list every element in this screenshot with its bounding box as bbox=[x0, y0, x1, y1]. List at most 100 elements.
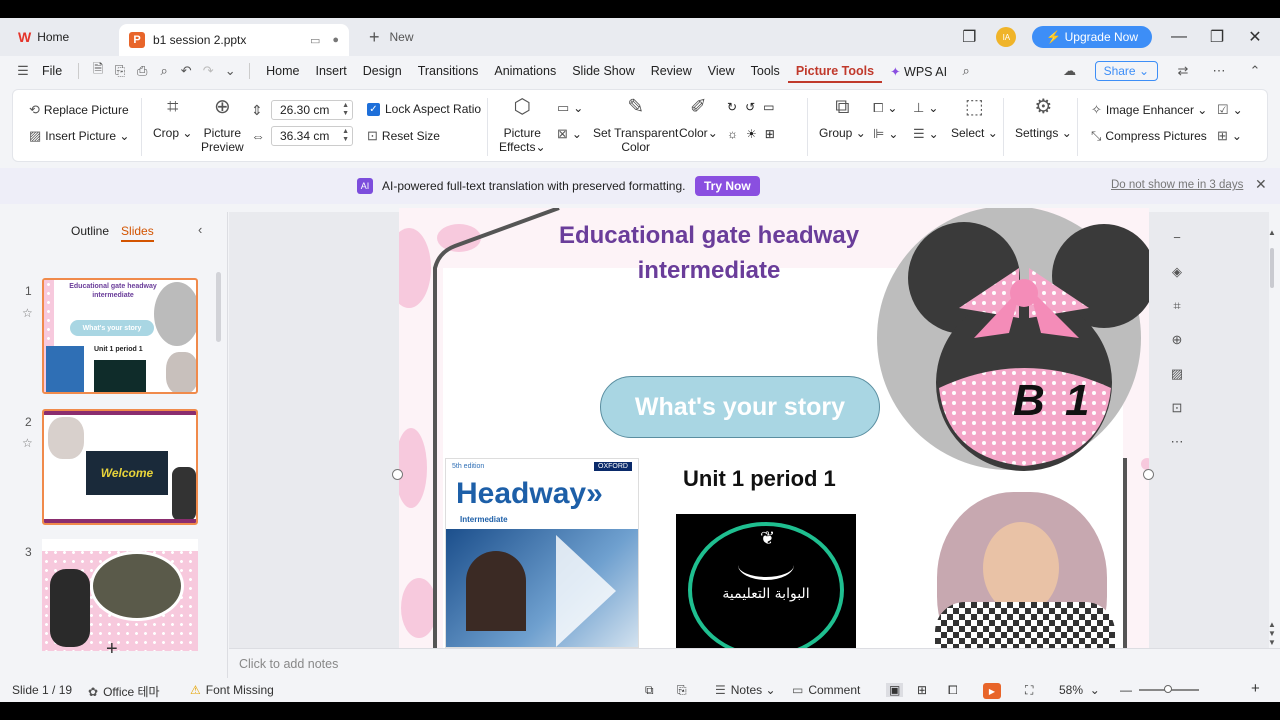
text-recognition-icon[interactable]: ⊡ bbox=[1165, 396, 1189, 419]
reset-picture-icon[interactable]: ⊞ bbox=[765, 127, 775, 141]
crop-icon[interactable]: ⌗ bbox=[1165, 294, 1189, 317]
menu-design[interactable]: Design bbox=[355, 64, 410, 78]
menu-insert[interactable]: Insert bbox=[308, 64, 355, 78]
monitor-icon[interactable]: ▭ bbox=[310, 34, 320, 47]
rotate-left-icon[interactable]: ↺ bbox=[745, 100, 755, 114]
zoom-slider-thumb[interactable] bbox=[1164, 685, 1172, 693]
font-missing-indicator[interactable]: ⚠ Font Missing bbox=[190, 683, 274, 697]
reading-view-icon[interactable]: ⧠ bbox=[948, 683, 958, 698]
crop-button[interactable]: ⌗ Crop ⌄ bbox=[153, 97, 192, 140]
resize-handle-right[interactable] bbox=[1143, 469, 1154, 480]
tab-home[interactable]: W Home bbox=[8, 22, 113, 52]
minus-icon[interactable]: − bbox=[1165, 226, 1189, 249]
menu-transitions[interactable]: Transitions bbox=[410, 64, 487, 78]
slide-thumbnail-3[interactable] bbox=[42, 539, 198, 651]
close-icon[interactable]: ✕ bbox=[1244, 27, 1266, 47]
tab-outline[interactable]: Outline bbox=[71, 224, 109, 242]
compress-pictures-button[interactable]: ⤡ Compress Pictures bbox=[1091, 128, 1207, 144]
edit-picture-icon[interactable]: ▨ bbox=[1165, 362, 1189, 385]
slide-1[interactable]: Educational gate headway intermediate Wh… bbox=[399, 208, 1149, 648]
contrast-icon[interactable]: ☀ bbox=[746, 127, 757, 141]
whats-your-story-pill[interactable]: What's your story bbox=[600, 376, 880, 438]
menu-view[interactable]: View bbox=[700, 64, 743, 78]
send-backward-button[interactable]: ⊥ ⌄ bbox=[913, 100, 938, 116]
bring-forward-button[interactable]: ⧠ ⌄ bbox=[873, 100, 897, 116]
save-icon[interactable]: 🗎 bbox=[87, 60, 109, 82]
zoom-in-icon[interactable]: + bbox=[1251, 680, 1260, 697]
checklist-button[interactable]: ☑ ⌄ bbox=[1217, 102, 1243, 118]
headway-book-cover[interactable]: 5th edition OXFORD Headway» Intermediate bbox=[445, 458, 639, 648]
insert-picture-button[interactable]: ▨ Insert Picture ⌄ bbox=[29, 128, 129, 144]
menu-file[interactable]: File bbox=[34, 64, 70, 78]
align-button[interactable]: ⊫ ⌄ bbox=[873, 126, 898, 142]
educational-gate-logo[interactable]: ❦ البوابة التعليمية bbox=[676, 514, 856, 648]
menu-home[interactable]: Home bbox=[258, 64, 307, 78]
collaborate-icon[interactable]: ⇄ bbox=[1172, 63, 1194, 79]
select-button[interactable]: ⬚ Select ⌄ bbox=[951, 97, 998, 140]
set-transparent-color-button[interactable]: ✎ Set Transparent Color bbox=[593, 97, 678, 154]
upgrade-now-button[interactable]: ⚡ Upgrade Now bbox=[1032, 26, 1152, 48]
search-icon[interactable]: ⌕ bbox=[955, 63, 977, 79]
slide-sorter-icon[interactable]: ⊞ bbox=[917, 683, 927, 697]
more-icon[interactable]: ⋯ bbox=[1208, 63, 1230, 79]
zoom-out-icon[interactable]: — bbox=[1120, 683, 1132, 697]
theme-indicator[interactable]: ✿ Office 테마 bbox=[88, 683, 160, 700]
lock-aspect-ratio-checkbox[interactable]: ✓ Lock Aspect Ratio bbox=[367, 102, 481, 116]
chevron-left-icon[interactable]: ‹ bbox=[198, 222, 202, 237]
play-slideshow-button[interactable]: ▶ bbox=[983, 683, 1001, 699]
cloud-sync-icon[interactable]: ☁ bbox=[1059, 63, 1081, 79]
width-input[interactable]: 36.34 cm ▲ ▼ bbox=[271, 126, 353, 146]
slide-thumbnail-1[interactable]: Educational gate headway intermediate Wh… bbox=[42, 278, 198, 394]
layers-icon[interactable]: ◈ bbox=[1165, 260, 1189, 283]
zoom-in-icon[interactable]: ⊕ bbox=[1165, 328, 1189, 351]
try-now-button[interactable]: Try Now bbox=[695, 176, 760, 196]
notes-placeholder[interactable]: Click to add notes bbox=[239, 657, 338, 671]
spinner-arrows-icon[interactable]: ▲ ▼ bbox=[342, 102, 349, 118]
menu-wps-ai[interactable]: ✦ WPS AI bbox=[882, 64, 955, 79]
add-slide-button[interactable]: + bbox=[106, 638, 118, 661]
brightness-icon[interactable]: ☼ bbox=[727, 127, 738, 141]
collapse-ribbon-icon[interactable]: ⌃ bbox=[1244, 63, 1266, 79]
panel-scrollbar[interactable] bbox=[216, 272, 221, 342]
share-button[interactable]: Share ⌄ bbox=[1094, 61, 1158, 81]
more-icon[interactable]: ⋯ bbox=[1165, 430, 1189, 453]
resize-handle-left[interactable] bbox=[392, 469, 403, 480]
star-icon[interactable]: ☆ bbox=[22, 306, 33, 320]
undo-icon[interactable]: ↶ bbox=[175, 63, 197, 79]
distribute-button[interactable]: ☰ ⌄ bbox=[913, 126, 939, 142]
picture-tool-button[interactable]: ⊞ ⌄ bbox=[1217, 128, 1242, 144]
picture-preview-button[interactable]: ⊕ Picture Preview bbox=[201, 97, 244, 154]
slide-thumbnail-2[interactable]: Welcome bbox=[42, 409, 198, 525]
chevron-down-icon[interactable]: ⌄ bbox=[219, 63, 241, 79]
frame-icon[interactable]: ▭ bbox=[763, 100, 774, 114]
notes-pane[interactable]: Click to add notes bbox=[229, 648, 1280, 678]
comment-button[interactable]: ▭ Comment bbox=[792, 683, 860, 697]
color-button[interactable]: ✐ Color⌄ bbox=[679, 97, 718, 140]
fit-window-icon[interactable]: ⛶ bbox=[1025, 683, 1033, 698]
unsaved-dot-icon[interactable]: ● bbox=[332, 34, 339, 47]
minimize-icon[interactable]: — bbox=[1168, 28, 1190, 46]
print-icon[interactable]: ⎙ bbox=[131, 63, 153, 79]
rotate-icon[interactable]: ↻ bbox=[727, 100, 737, 114]
export-icon[interactable]: ⎘ bbox=[109, 63, 131, 79]
replace-picture-button[interactable]: ⟲ Replace Picture bbox=[29, 102, 129, 118]
star-icon[interactable]: ☆ bbox=[22, 436, 33, 450]
normal-view-icon[interactable]: ▣ bbox=[886, 683, 904, 697]
notes-button[interactable]: ☰ Notes ⌄ bbox=[715, 683, 776, 697]
protect-icon[interactable]: ⧉ bbox=[645, 683, 654, 698]
menu-slide-show[interactable]: Slide Show bbox=[564, 64, 643, 78]
window-layout-icon[interactable]: ❐ bbox=[958, 27, 980, 47]
menu-tools[interactable]: Tools bbox=[743, 64, 788, 78]
border-button[interactable]: ▭ ⌄ bbox=[557, 100, 583, 116]
avatar[interactable]: IA bbox=[996, 27, 1017, 47]
spinner-arrows-icon[interactable]: ▲ ▼ bbox=[342, 128, 349, 144]
shadow-button[interactable]: ⊠ ⌄ bbox=[557, 126, 582, 142]
teacher-photo[interactable] bbox=[917, 492, 1117, 648]
export-icon[interactable]: ⎘ bbox=[677, 683, 687, 698]
settings-button[interactable]: ⚙ Settings ⌄ bbox=[1015, 97, 1072, 140]
group-button[interactable]: ⧉ Group ⌄ bbox=[819, 97, 866, 140]
height-input[interactable]: 26.30 cm ▲ ▼ bbox=[271, 100, 353, 120]
close-icon[interactable]: ✕ bbox=[1255, 176, 1267, 193]
tab-slides[interactable]: Slides bbox=[121, 224, 154, 242]
zoom-dropdown[interactable]: 58% ⌄ bbox=[1059, 683, 1100, 697]
